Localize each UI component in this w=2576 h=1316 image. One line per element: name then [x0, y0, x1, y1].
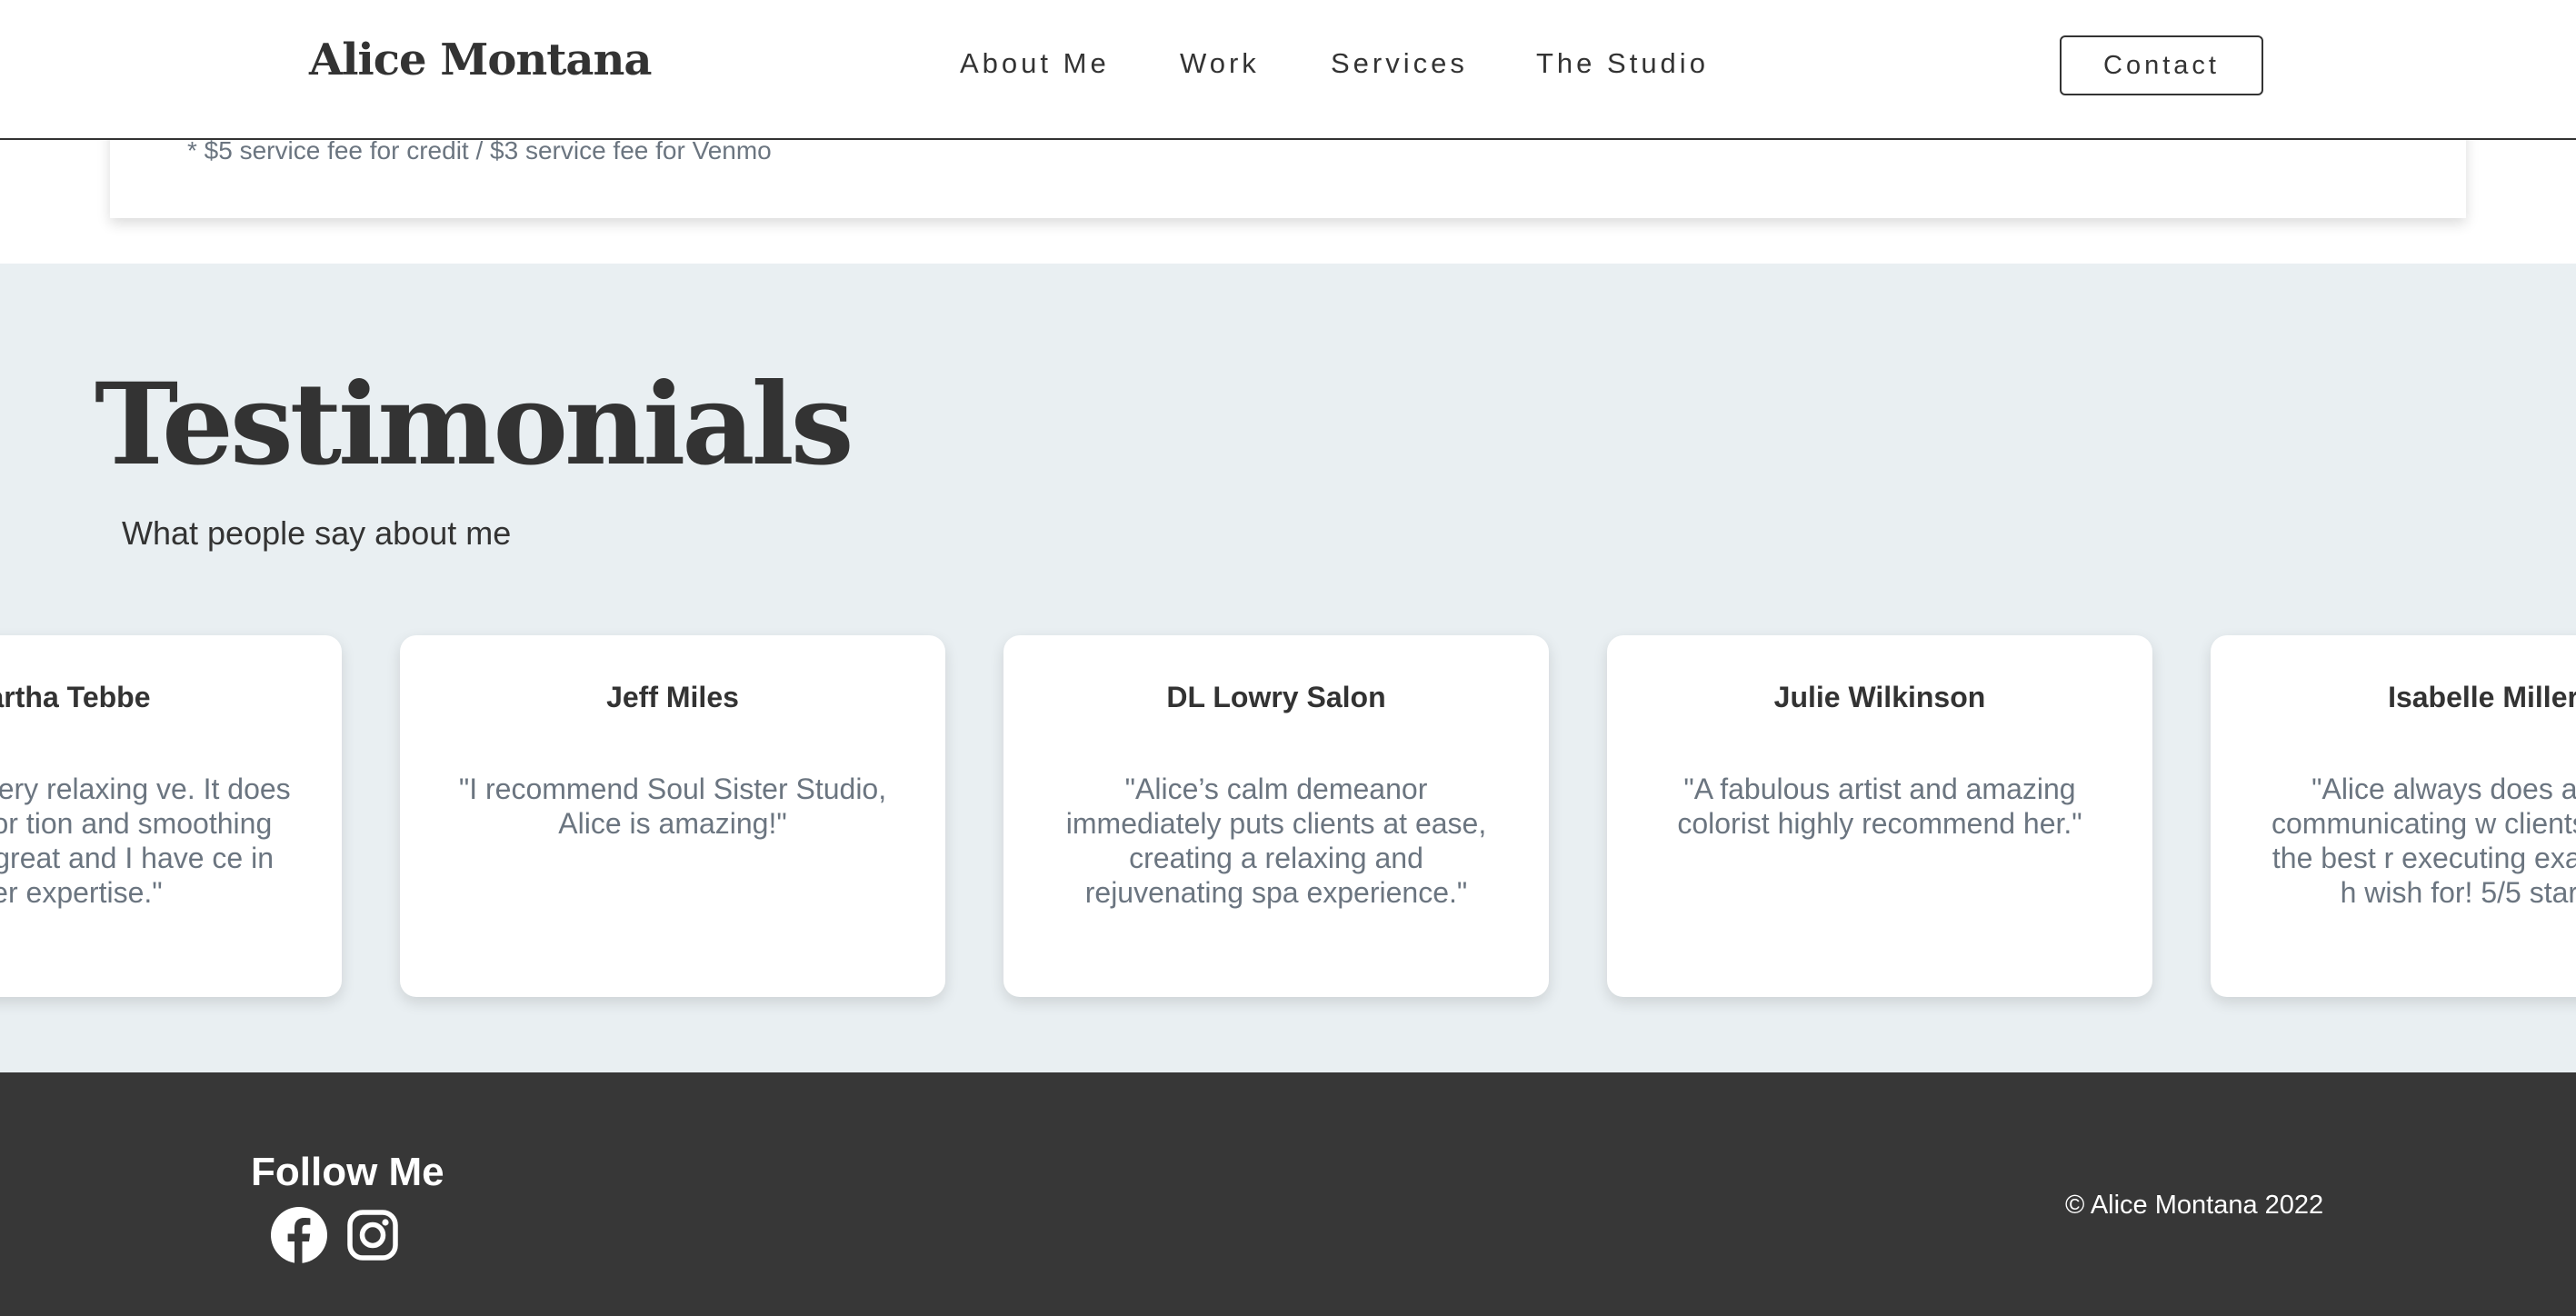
nav-services[interactable]: Services — [1331, 47, 1468, 80]
testimonial-name: DL Lowry Salon — [1166, 681, 1386, 713]
testimonial-card: Isabelle Miller "Alice always does an i … — [2211, 635, 2576, 997]
testimonial-card: Jeff Miles "I recommend Soul Sister Stud… — [400, 635, 945, 997]
nav-the-studio[interactable]: The Studio — [1536, 47, 1709, 80]
testimonials-section: Testimonials What people say about me ar… — [0, 264, 2576, 1072]
site-footer: Follow Me © Alice Montana 2022 — [0, 1072, 2576, 1316]
testimonial-name: Jeff Miles — [606, 681, 739, 713]
testimonial-quote: facial was very relaxing ve. It does won… — [0, 773, 291, 909]
testimonial-quote: "Alice always does an i job communicatin… — [2271, 773, 2576, 909]
contact-button[interactable]: Contact — [2060, 35, 2263, 95]
testimonial-quote: "A fabulous artist and amazing colorist … — [1677, 773, 2082, 840]
testimonial-name: artha Tebbe — [0, 681, 151, 713]
follow-me-heading: Follow Me — [251, 1150, 444, 1194]
testimonial-name: Julie Wilkinson — [1773, 681, 1986, 713]
nav-about-me[interactable]: About Me — [960, 47, 1110, 80]
testimonial-card: artha Tebbe facial was very relaxing ve.… — [0, 635, 342, 997]
testimonials-subtitle: What people say about me — [122, 514, 512, 552]
testimonial-name: Isabelle Miller — [2388, 681, 2576, 713]
copyright-text: © Alice Montana 2022 — [2065, 1191, 2324, 1220]
service-fee-note: * $5 service fee for credit / $3 service… — [187, 136, 772, 164]
site-header: Alice Montana About Me Work Services The… — [0, 0, 2576, 140]
testimonial-card: DL Lowry Salon "Alice’s calm demeanor im… — [1003, 635, 1549, 997]
site-logo[interactable]: Alice Montana — [309, 35, 653, 85]
testimonial-quote: "I recommend Soul Sister Studio, Alice i… — [458, 773, 887, 840]
testimonial-card: Julie Wilkinson "A fabulous artist and a… — [1607, 635, 2152, 997]
testimonials-title: Testimonials — [95, 359, 854, 491]
testimonial-quote: "Alice’s calm demeanor immediately puts … — [1065, 773, 1487, 909]
nav-work[interactable]: Work — [1180, 47, 1260, 80]
instagram-icon[interactable] — [344, 1207, 401, 1263]
facebook-icon[interactable] — [271, 1207, 327, 1263]
